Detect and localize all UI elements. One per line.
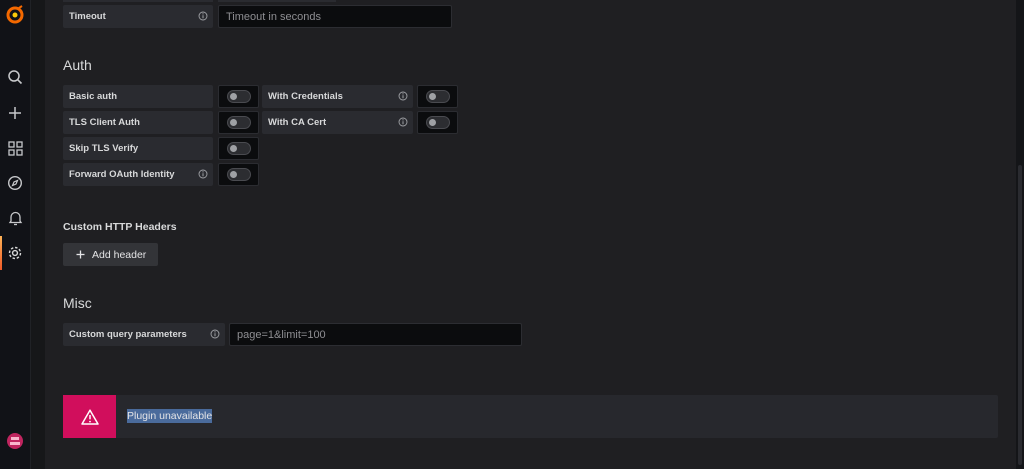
basic-auth-toggle[interactable] [218,85,259,108]
toggle-switch[interactable] [226,142,251,155]
custom-headers-title: Custom HTTP Headers [63,221,177,233]
scrollbar-thumb[interactable] [1018,165,1022,465]
with-credentials-label: With Credentials [262,85,413,108]
timeout-placeholder: Timeout in seconds [226,10,321,23]
explore-icon[interactable] [5,173,25,193]
auth-section-title: Auth [63,57,92,73]
timeout-label: Timeout [63,5,213,28]
search-icon[interactable] [5,67,25,87]
toggle-switch[interactable] [226,90,251,103]
grafana-logo-icon[interactable] [5,5,25,25]
with-ca-cert-text: With CA Cert [268,117,327,128]
toggle-switch[interactable] [425,90,450,103]
with-ca-cert-toggle[interactable] [417,111,458,134]
add-header-label: Add header [92,248,147,261]
forward-oauth-text: Forward OAuth Identity [69,169,175,180]
custom-query-placeholder: page=1&limit=100 [237,328,326,341]
custom-query-label: Custom query parameters [63,323,225,346]
info-icon[interactable] [210,329,220,339]
basic-auth-text: Basic auth [69,91,118,102]
toggle-switch[interactable] [425,116,450,129]
alert-text: Plugin unavailable [127,409,213,423]
plus-icon [76,250,85,259]
with-credentials-text: With Credentials [268,91,343,102]
tls-client-auth-toggle[interactable] [218,111,259,134]
dashboards-icon[interactable] [5,138,25,158]
warning-icon [80,408,99,425]
forward-oauth-label: Forward OAuth Identity [63,163,213,186]
info-icon[interactable] [398,117,408,127]
basic-auth-label: Basic auth [63,85,213,108]
plus-icon[interactable] [5,103,25,123]
tls-client-auth-label: TLS Client Auth [63,111,213,134]
forward-oauth-toggle[interactable] [218,163,259,186]
tls-client-auth-text: TLS Client Auth [69,117,140,128]
custom-query-input[interactable]: page=1&limit=100 [229,323,522,346]
misc-section-title: Misc [63,295,92,311]
info-icon[interactable] [198,169,208,179]
alerting-bell-icon[interactable] [5,208,25,228]
skip-tls-verify-toggle[interactable] [218,137,259,160]
skip-tls-verify-label: Skip TLS Verify [63,137,213,160]
skip-tls-verify-text: Skip TLS Verify [69,143,139,154]
info-icon[interactable] [198,11,208,21]
custom-query-text: Custom query parameters [69,329,187,340]
toggle-switch[interactable] [226,116,251,129]
plugin-unavailable-alert: Plugin unavailable [63,395,998,438]
info-icon[interactable] [398,91,408,101]
gear-icon[interactable] [5,243,25,263]
alert-icon-box [63,395,116,438]
with-ca-cert-label: With CA Cert [262,111,413,134]
sidebar [0,0,31,469]
add-header-button[interactable]: Add header [63,243,158,266]
with-credentials-toggle[interactable] [417,85,458,108]
active-indicator [0,236,2,270]
toggle-switch[interactable] [226,168,251,181]
timeout-input[interactable]: Timeout in seconds [218,5,452,28]
user-avatar-icon[interactable] [5,431,25,451]
cutoff-label [63,0,213,2]
cutoff-input [218,0,336,2]
timeout-label-text: Timeout [69,11,106,22]
